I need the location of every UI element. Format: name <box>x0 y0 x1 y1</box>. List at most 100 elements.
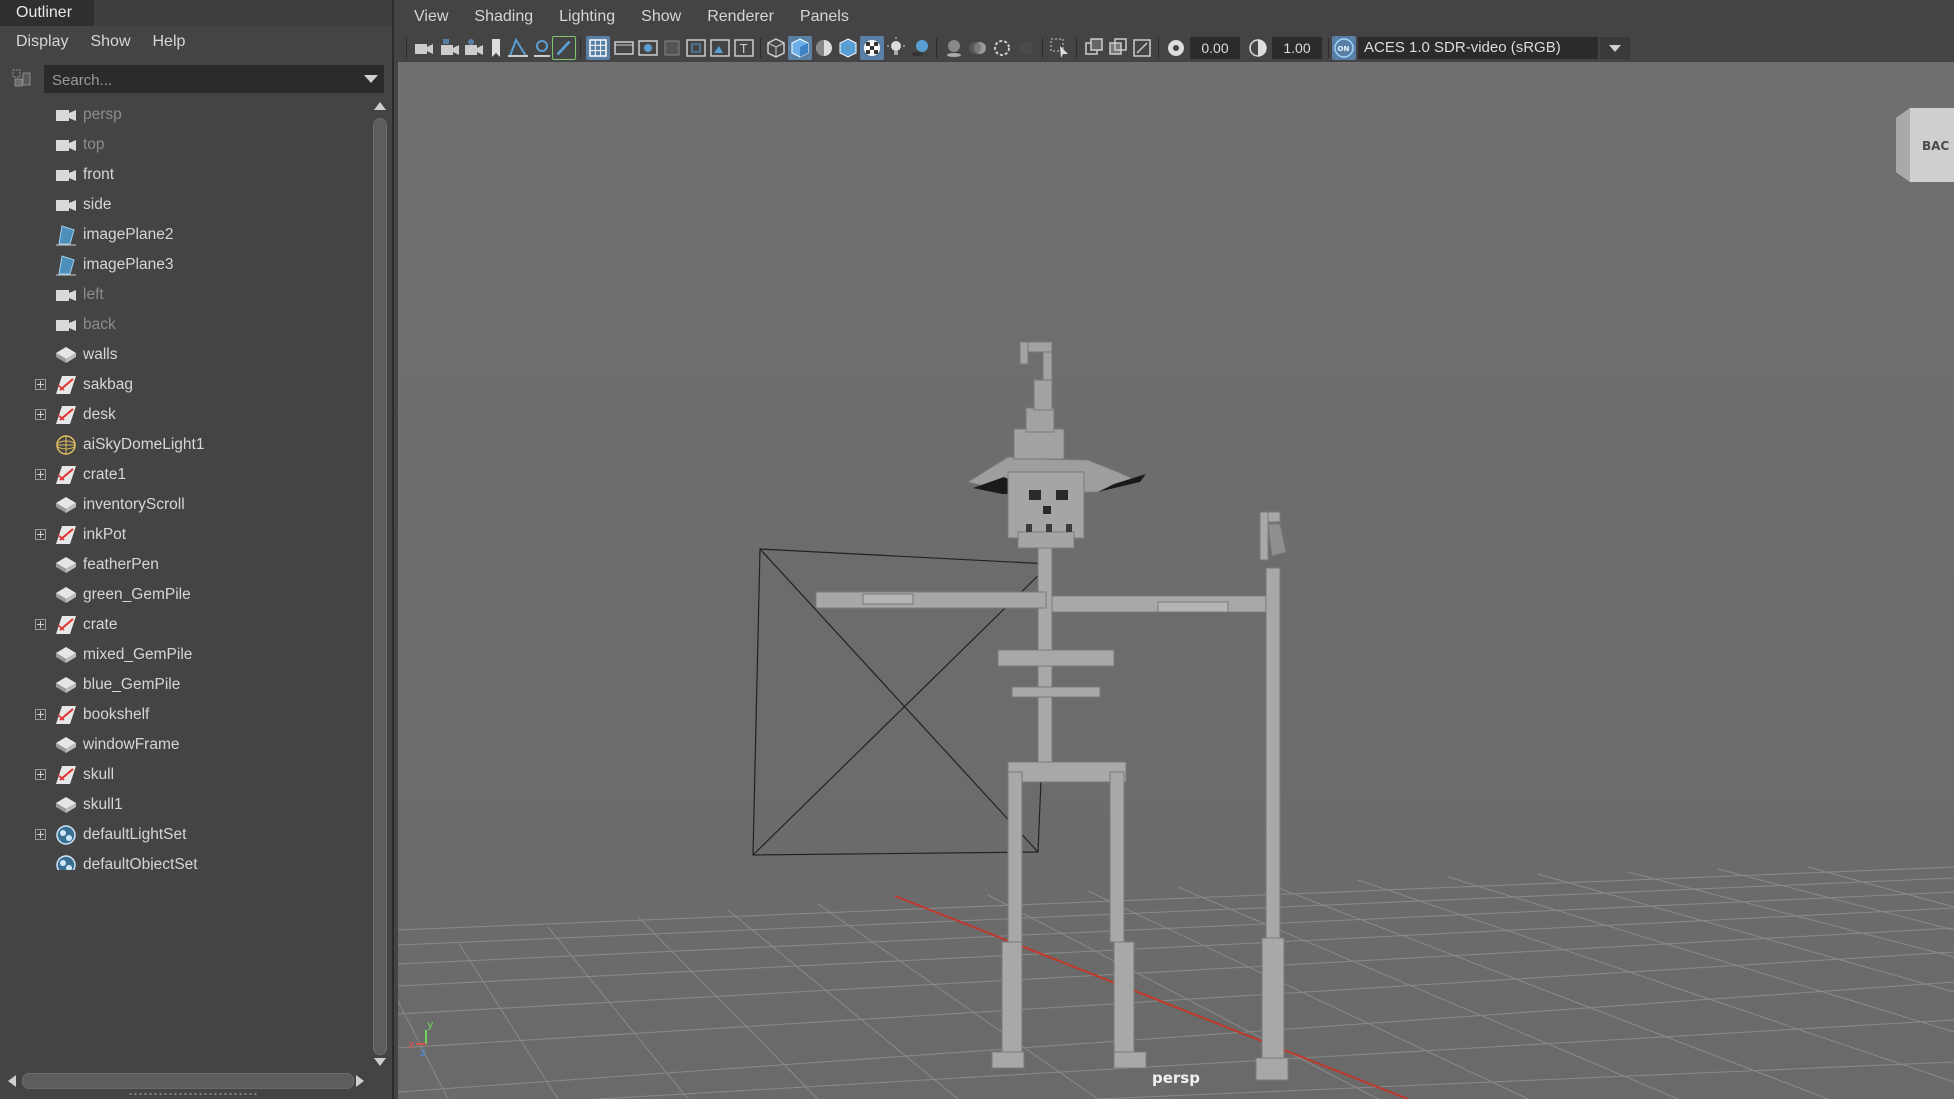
expand-icon[interactable] <box>35 769 46 780</box>
outliner-vertical-scrollbar[interactable] <box>372 100 388 1070</box>
scroll-right-icon[interactable] <box>356 1075 364 1087</box>
toolbar-separator <box>936 38 937 58</box>
safe-action-icon[interactable] <box>708 36 732 60</box>
isolate-select-icon[interactable] <box>1048 36 1072 60</box>
menu-view[interactable]: View <box>414 8 448 26</box>
viewport-3d[interactable]: y x z <box>398 62 1954 1099</box>
grease-pencil-button[interactable] <box>552 36 576 60</box>
exposure-field[interactable]: 0.00 <box>1190 37 1240 59</box>
expand-icon[interactable] <box>35 379 46 390</box>
tree-item-bookshelf[interactable]: bookshelf <box>0 700 370 730</box>
expand-icon[interactable] <box>35 409 46 420</box>
gamma-field[interactable]: 1.00 <box>1272 37 1322 59</box>
tree-item-walls[interactable]: walls <box>0 340 370 370</box>
gate-mask-icon[interactable] <box>660 36 684 60</box>
tree-item-top[interactable]: top <box>0 130 370 160</box>
scrollbar-thumb[interactable] <box>22 1073 354 1089</box>
tree-item-imagePlane2[interactable]: imagePlane2 <box>0 220 370 250</box>
tree-item-desk[interactable]: desk <box>0 400 370 430</box>
menu-show[interactable]: Show <box>641 8 681 26</box>
color-space-field[interactable]: ACES 1.0 SDR-video (sRGB) <box>1358 37 1598 59</box>
xray-active-icon[interactable] <box>1106 36 1130 60</box>
tree-item-windowFrame[interactable]: windowFrame <box>0 730 370 760</box>
scroll-left-icon[interactable] <box>8 1075 16 1087</box>
resolution-gate-icon[interactable] <box>636 36 660 60</box>
tree-item-skull1[interactable]: skull1 <box>0 790 370 820</box>
view-cube[interactable]: BAC <box>1896 108 1954 182</box>
ambient-occlusion-icon[interactable] <box>942 36 966 60</box>
tree-item-crate1[interactable]: crate1 <box>0 460 370 490</box>
outliner-horizontal-scrollbar[interactable] <box>0 1072 372 1090</box>
tree-item-skull[interactable]: skull <box>0 760 370 790</box>
default-material-icon[interactable] <box>812 36 836 60</box>
tree-item-inventoryScroll[interactable]: inventoryScroll <box>0 490 370 520</box>
image-plane-icon[interactable] <box>506 36 530 60</box>
scroll-up-icon[interactable] <box>374 102 386 110</box>
wireframe-on-shaded-icon[interactable] <box>836 36 860 60</box>
tree-item-back[interactable]: back <box>0 310 370 340</box>
exposure-icon[interactable] <box>1164 36 1188 60</box>
tree-item-green_GemPile[interactable]: green_GemPile <box>0 580 370 610</box>
scroll-down-icon[interactable] <box>374 1058 386 1066</box>
wireframe-icon[interactable] <box>764 36 788 60</box>
shadows-icon[interactable] <box>908 36 932 60</box>
camera-attributes-icon[interactable] <box>438 36 462 60</box>
tree-item-defaultLightSet[interactable]: defaultLightSet <box>0 820 370 850</box>
tree-item-label: back <box>83 316 116 333</box>
search-input[interactable] <box>44 65 364 95</box>
expand-icon[interactable] <box>35 529 46 540</box>
menu-help[interactable]: Help <box>153 33 186 51</box>
menu-lighting[interactable]: Lighting <box>559 8 615 26</box>
safe-title-icon[interactable]: T <box>732 36 756 60</box>
field-chart-icon[interactable] <box>684 36 708 60</box>
search-options-icon[interactable] <box>364 75 378 83</box>
bookmark-icon[interactable] <box>484 36 508 60</box>
2d-pan-zoom-icon[interactable] <box>530 36 554 60</box>
bookmark-camera-icon[interactable] <box>462 36 486 60</box>
tree-item-sakbag[interactable]: sakbag <box>0 370 370 400</box>
outliner-titlebar <box>94 0 392 26</box>
chevron-down-icon[interactable] <box>1600 37 1630 59</box>
smooth-shade-button[interactable] <box>788 36 812 60</box>
motion-blur-icon[interactable] <box>966 36 990 60</box>
xray-joints-icon[interactable] <box>1082 36 1106 60</box>
tree-item-blue_GemPile[interactable]: blue_GemPile <box>0 670 370 700</box>
expand-icon[interactable] <box>35 829 46 840</box>
tree-item-crate[interactable]: crate <box>0 610 370 640</box>
tree-item-aiSkyDomeLight1[interactable]: aiSkyDomeLight1 <box>0 430 370 460</box>
gamma-icon[interactable] <box>1246 36 1270 60</box>
expand-icon[interactable] <box>35 619 46 630</box>
lights-icon[interactable] <box>884 36 908 60</box>
tree-item-defaultObjectSet[interactable]: defaultObjectSet <box>0 850 370 870</box>
mesh-icon <box>54 344 78 366</box>
tree-item-left[interactable]: left <box>0 280 370 310</box>
tree-item-label: desk <box>83 406 116 423</box>
tree-item-side[interactable]: side <box>0 190 370 220</box>
menu-display[interactable]: Display <box>16 33 68 51</box>
expand-icon[interactable] <box>35 709 46 720</box>
color-management-toggle[interactable]: ON <box>1332 36 1356 60</box>
grid-toggle-button[interactable] <box>586 36 610 60</box>
menu-panels[interactable]: Panels <box>800 8 849 26</box>
tree-item-inkPot[interactable]: inkPot <box>0 520 370 550</box>
panel-resize-handle[interactable] <box>128 1092 258 1096</box>
tree-item-front[interactable]: front <box>0 160 370 190</box>
filter-icon[interactable] <box>12 69 32 89</box>
tree-item-featherPen[interactable]: featherPen <box>0 550 370 580</box>
film-gate-icon[interactable] <box>612 36 636 60</box>
backface-culling-icon[interactable] <box>1130 36 1154 60</box>
depth-of-field-icon[interactable] <box>1014 36 1038 60</box>
tree-item-persp[interactable]: persp <box>0 100 370 130</box>
scrollbar-thumb[interactable] <box>373 118 387 1055</box>
camera-icon <box>54 314 78 336</box>
tree-item-mixed_GemPile[interactable]: mixed_GemPile <box>0 640 370 670</box>
expand-icon[interactable] <box>35 469 46 480</box>
menu-show[interactable]: Show <box>90 33 130 51</box>
tree-item-imagePlane3[interactable]: imagePlane3 <box>0 250 370 280</box>
menu-renderer[interactable]: Renderer <box>707 8 774 26</box>
menu-shading[interactable]: Shading <box>474 8 533 26</box>
outliner-tab[interactable]: Outliner <box>0 0 94 26</box>
xray-button[interactable] <box>860 36 884 60</box>
select-camera-icon[interactable] <box>412 36 436 60</box>
anti-aliasing-icon[interactable] <box>990 36 1014 60</box>
